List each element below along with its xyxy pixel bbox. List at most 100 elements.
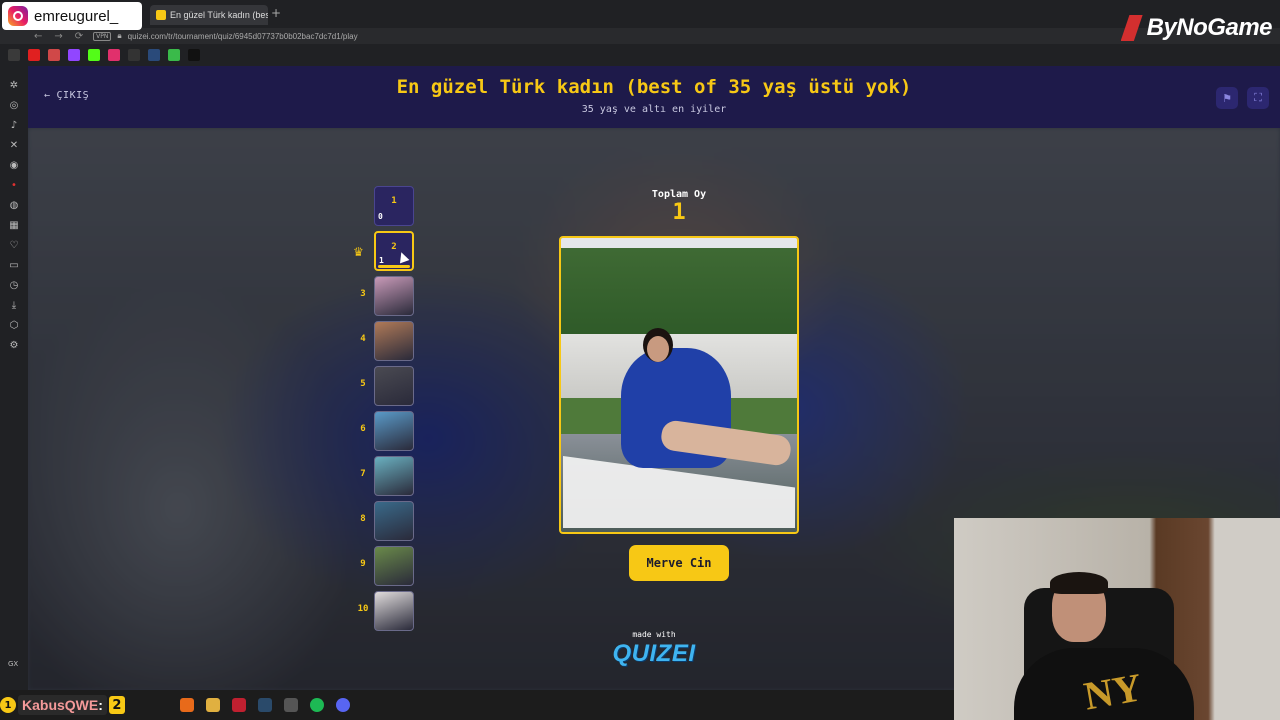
instagram-icon: [8, 6, 28, 26]
discord-rail-icon[interactable]: ◉: [9, 160, 20, 171]
rank-number: 4: [360, 334, 366, 344]
rank-row-7[interactable]: 7: [350, 456, 420, 496]
webcam-hair: [1050, 572, 1108, 594]
rank-row-1[interactable]: 1 0: [350, 186, 420, 226]
rank-number: 9: [360, 559, 366, 569]
rank-thumbnail[interactable]: [374, 411, 414, 451]
back-icon[interactable]: ←: [34, 31, 42, 42]
bynogame-mark-icon: [1120, 15, 1143, 41]
made-with-label: made with: [632, 630, 676, 639]
kick-badge-icon: 1: [0, 697, 16, 713]
rank-row-8[interactable]: 8: [350, 501, 420, 541]
taskbar-spotify-icon[interactable]: [310, 698, 324, 712]
spotify-rail-icon[interactable]: ◍: [9, 200, 20, 211]
instagram-handle: emreugurel_: [34, 7, 119, 25]
taskbar-firefox-icon[interactable]: [180, 698, 194, 712]
rank-row-6[interactable]: 6: [350, 411, 420, 451]
rank-row-4[interactable]: 4: [350, 321, 420, 361]
webcam-overlay: NY: [954, 518, 1280, 720]
instagram-rail-icon[interactable]: ◎: [9, 100, 20, 111]
browser-side-rail: ✲ ◎ ♪ ✕ ◉ • ◍ ▦ ♡ ▭ ◷ ⤓ ⬡ ⚙ GX: [0, 66, 28, 690]
rank-thumbnail[interactable]: [374, 366, 414, 406]
rank-row-3[interactable]: 3: [350, 276, 420, 316]
total-votes-value: 1: [672, 200, 686, 225]
bookmark-twitch-icon[interactable]: [68, 49, 80, 61]
bookmark-gmail-icon[interactable]: [48, 49, 60, 61]
url-field[interactable]: quizei.com/tr/tournament/quiz/6945d07737…: [128, 32, 358, 41]
rank-row-10[interactable]: 10: [350, 591, 420, 631]
taskbar-steam-icon[interactable]: [258, 698, 272, 712]
reload-icon[interactable]: ⟳: [75, 31, 83, 42]
rank-number: 6: [360, 424, 366, 434]
address-bar: ← → ⟳ VPN 🔒︎ quizei.com/tr/tournament/qu…: [0, 28, 1280, 44]
new-tab-icon[interactable]: +: [271, 6, 281, 20]
bookmark-gamepad-icon[interactable]: [8, 49, 20, 61]
bookmarks-bar: [0, 44, 1280, 66]
rank-thumbnail[interactable]: [374, 591, 414, 631]
taskbar-obs-icon[interactable]: [284, 698, 298, 712]
candidate-photo[interactable]: [559, 236, 799, 534]
bookmark-green-icon[interactable]: [168, 49, 180, 61]
webcam-ny-logo: NY: [1080, 664, 1146, 719]
bynogame-logo: ByNoGame: [1120, 14, 1273, 42]
rank-card[interactable]: 1 0: [374, 186, 414, 226]
taskbar-folder-icon[interactable]: [206, 698, 220, 712]
fullscreen-button[interactable]: ⛶: [1247, 87, 1269, 109]
x-rail-icon[interactable]: ✕: [9, 140, 20, 151]
rank-row-2[interactable]: ♛ 2 1: [350, 231, 420, 271]
taskbar-discord-icon[interactable]: [336, 698, 350, 712]
rank-row-9[interactable]: 9: [350, 546, 420, 586]
bookmark-tiktok-icon[interactable]: [188, 49, 200, 61]
vpn-badge[interactable]: VPN: [93, 31, 112, 41]
report-flag-button[interactable]: ⚑: [1216, 87, 1238, 109]
rank-thumbnail[interactable]: [374, 456, 414, 496]
bookmark-instagram-icon[interactable]: [108, 49, 120, 61]
total-votes-label: Toplam Oy: [651, 189, 707, 200]
chatgpt-icon[interactable]: ✲: [9, 80, 20, 91]
bookmark-kick-icon[interactable]: [88, 49, 100, 61]
notification-rail-icon[interactable]: •: [9, 180, 20, 191]
rank-number: 8: [360, 514, 366, 524]
kick-separator: :: [98, 697, 103, 713]
quizei-logo[interactable]: QUIZEI: [604, 640, 704, 668]
page-title: En güzel Türk kadın (best of 35 yaş üstü…: [396, 76, 912, 98]
rank-number: 10: [357, 604, 369, 614]
rank-thumbnail[interactable]: [374, 321, 414, 361]
bynogame-text: ByNoGame: [1146, 14, 1273, 41]
rank-card-active[interactable]: 2 1: [374, 231, 414, 271]
browser-tab-title: En güzel Türk kadın (best: [170, 10, 268, 20]
vote-progress-bar: [378, 265, 410, 268]
bookmark-shield-icon[interactable]: [148, 49, 160, 61]
bookmark-youtube-icon[interactable]: [28, 49, 40, 61]
extensions-rail-icon[interactable]: ⬡: [9, 320, 20, 331]
rank-thumbnail[interactable]: [374, 546, 414, 586]
quizei-favicon-icon: [156, 10, 166, 20]
settings-rail-icon[interactable]: ⚙: [9, 340, 20, 351]
rank-thumbnail[interactable]: [374, 276, 414, 316]
heart-rail-icon[interactable]: ♡: [9, 240, 20, 251]
taskbar: [0, 690, 954, 720]
tiktok-rail-icon[interactable]: ♪: [9, 120, 20, 131]
rank-thumbnail[interactable]: [374, 501, 414, 541]
bookmark-generic-icon[interactable]: [128, 49, 140, 61]
history-rail-icon[interactable]: ◷: [9, 280, 20, 291]
gx-label: GX: [8, 660, 19, 668]
kick-username-text: KabusQWE: [22, 697, 99, 713]
rank-row-5[interactable]: 5: [350, 366, 420, 406]
download-rail-icon[interactable]: ⤓: [9, 300, 20, 311]
taskbar-opera-icon[interactable]: [232, 698, 246, 712]
lock-icon[interactable]: 🔒︎: [117, 31, 121, 41]
flag-icon: ⚑: [1222, 91, 1232, 105]
kick-username: KabusQWE:: [18, 695, 107, 715]
photo-hedge: [561, 248, 797, 338]
rank-number: 1: [391, 196, 397, 206]
page-subtitle: 35 yaş ve altı en iyiler: [581, 104, 727, 115]
browser-tab[interactable]: En güzel Türk kadın (best: [150, 5, 268, 25]
candidate-name-button[interactable]: Merve Cin: [629, 545, 729, 581]
quiz-header: ← ÇIKIŞ En güzel Türk kadın (best of 35 …: [28, 66, 1280, 128]
wallet-rail-icon[interactable]: ▭: [9, 260, 20, 271]
forward-icon[interactable]: →: [54, 31, 62, 42]
instagram-overlay: emreugurel_: [2, 2, 142, 30]
rank-number: 2: [391, 242, 397, 252]
apps-rail-icon[interactable]: ▦: [9, 220, 20, 231]
